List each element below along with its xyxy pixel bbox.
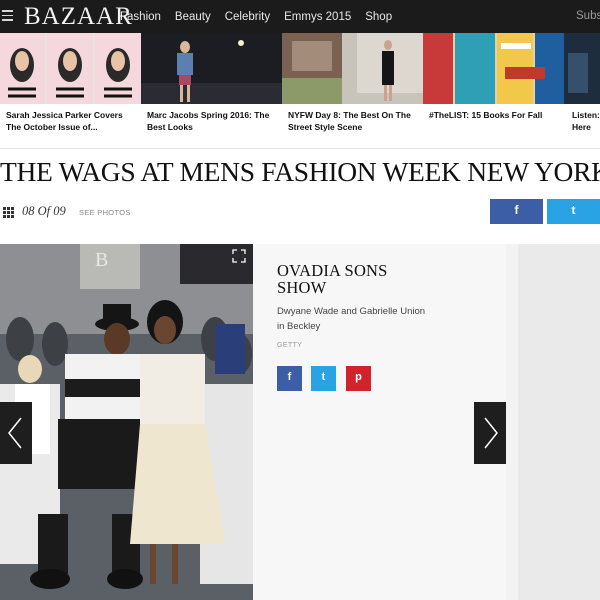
facebook-share-button[interactable]: f	[490, 199, 543, 224]
previous-slide-button[interactable]	[0, 402, 32, 464]
slide-info-panel: OVADIA SONS SHOW Dwyane Wade and Gabriel…	[253, 244, 506, 600]
menu-icon[interactable]	[2, 10, 13, 22]
strip-item[interactable]: Listen: Here	[564, 33, 600, 149]
slide-title: OVADIA SONS SHOW	[277, 261, 388, 297]
slide-twitter-share-button[interactable]: t	[311, 366, 336, 391]
strip-caption[interactable]: Sarah Jessica Parker Covers The October …	[6, 109, 139, 133]
top-nav: BAZAAR Fashion Beauty Celebrity Emmys 20…	[0, 0, 600, 33]
strip-thumbnail[interactable]	[141, 33, 282, 104]
nav-link-beauty[interactable]: Beauty	[175, 10, 211, 24]
strip-thumbnail[interactable]	[0, 33, 141, 104]
see-photos-link[interactable]: SEE PHOTOS	[79, 208, 131, 217]
strip-item[interactable]: NYFW Day 8: The Best On The Street Style…	[282, 33, 423, 149]
page-title: THE WAGS AT MENS FASHION WEEK NEW YORK	[0, 156, 600, 187]
twitter-icon: t	[321, 371, 326, 383]
strip-caption[interactable]: Listen: Here	[572, 109, 600, 133]
slide-counter: 08 Of 09	[22, 204, 66, 218]
gallery-photo[interactable]: B	[0, 244, 253, 600]
nav-link-fashion[interactable]: Fashion	[120, 10, 161, 24]
expand-icon[interactable]	[232, 249, 246, 263]
chevron-left-icon	[8, 417, 22, 449]
twitter-icon: t	[571, 203, 576, 217]
nav-links: Fashion Beauty Celebrity Emmys 2015 Shop	[120, 10, 406, 24]
pinterest-icon: p	[355, 371, 362, 383]
nav-link-celebrity[interactable]: Celebrity	[225, 10, 270, 24]
related-stories-strip: Sarah Jessica Parker Covers The October …	[0, 33, 600, 149]
strip-caption[interactable]: #TheLIST: 15 Books For Fall	[429, 109, 562, 121]
facebook-icon: f	[514, 203, 519, 217]
strip-divider	[0, 148, 600, 149]
strip-thumbnail[interactable]	[282, 33, 423, 104]
logo[interactable]: BAZAAR	[24, 3, 133, 30]
twitter-share-button[interactable]: t	[547, 199, 600, 224]
slide-description: Dwyane Wade and Gabrielle Union in Beckl…	[277, 306, 426, 332]
nav-link-shop[interactable]: Shop	[365, 10, 392, 24]
slide-facebook-share-button[interactable]: f	[277, 366, 302, 391]
strip-thumbnail[interactable]	[564, 33, 600, 104]
next-slide-preview[interactable]	[518, 244, 600, 600]
slide-pinterest-share-button[interactable]: p	[346, 366, 371, 391]
gallery: B OVADIA SONS SHOW Dwyane Wade and Gabri…	[0, 244, 600, 600]
strip-item[interactable]: Sarah Jessica Parker Covers The October …	[0, 33, 141, 149]
next-slide-button[interactable]	[474, 402, 506, 464]
strip-caption[interactable]: Marc Jacobs Spring 2016: The Best Looks	[147, 109, 280, 133]
facebook-icon: f	[287, 371, 292, 383]
subscribe-link[interactable]: Subs	[576, 10, 600, 22]
grid-icon[interactable]	[3, 207, 14, 218]
svg-text:B: B	[95, 249, 108, 271]
chevron-right-icon	[484, 417, 498, 449]
strip-item[interactable]: Marc Jacobs Spring 2016: The Best Looks	[141, 33, 282, 149]
strip-caption[interactable]: NYFW Day 8: The Best On The Street Style…	[288, 109, 421, 133]
photo-credit: GETTY	[277, 342, 303, 349]
nav-link-emmys[interactable]: Emmys 2015	[284, 10, 351, 24]
strip-thumbnail[interactable]	[423, 33, 564, 104]
strip-item[interactable]: #TheLIST: 15 Books For Fall	[423, 33, 564, 149]
